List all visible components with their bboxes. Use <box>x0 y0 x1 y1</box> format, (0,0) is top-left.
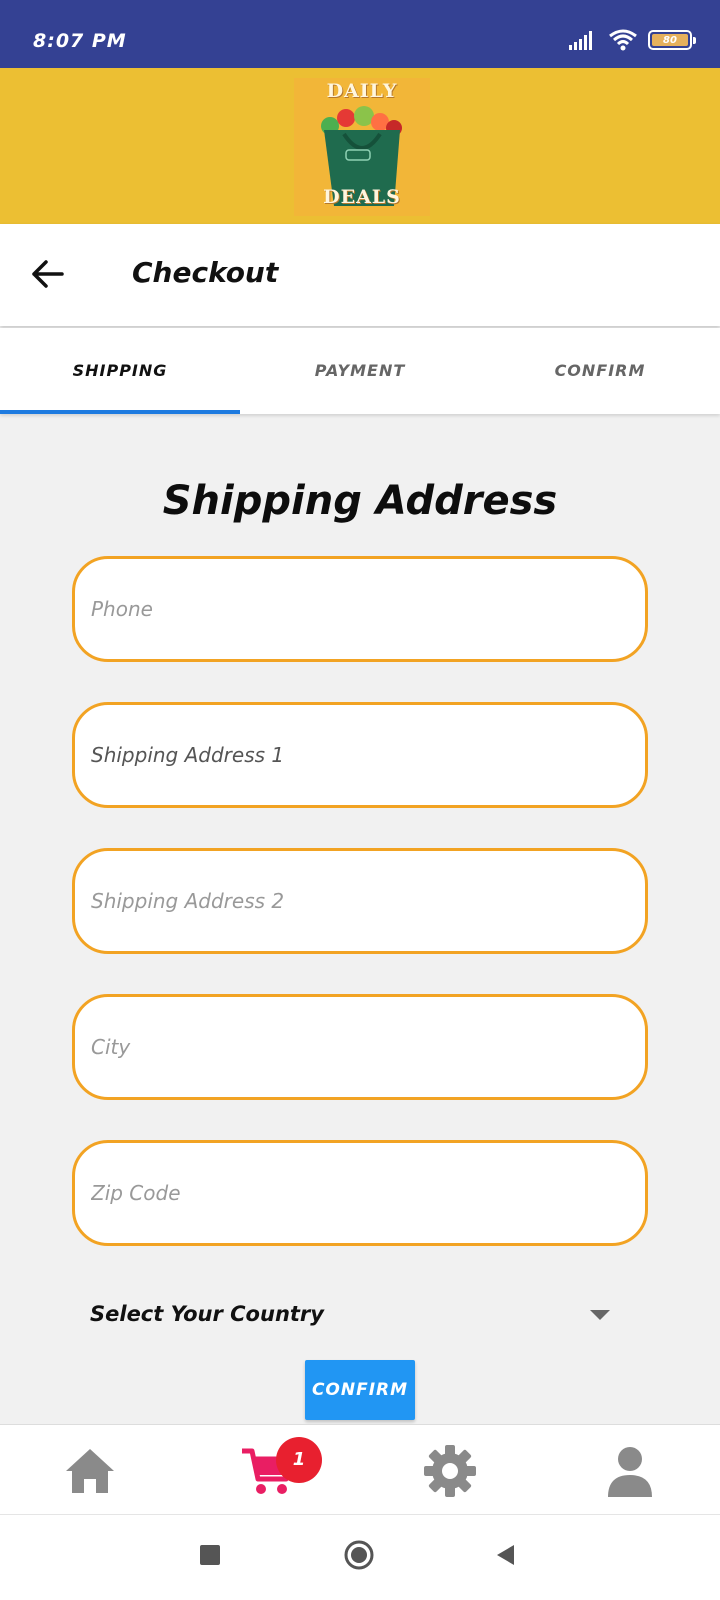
page-title: Checkout <box>132 256 279 289</box>
app-bar: Checkout <box>0 224 720 326</box>
daily-deals-logo: DAILY DEALS <box>294 78 430 216</box>
home-circle-icon[interactable] <box>343 1539 375 1571</box>
confirm-button[interactable]: CONFIRM <box>305 1360 415 1420</box>
status-icons: 80 <box>568 28 696 52</box>
cart-count-badge: 1 <box>276 1437 322 1483</box>
section-title: Shipping Address <box>162 478 558 524</box>
back-triangle-icon[interactable] <box>494 1543 518 1567</box>
status-time: 8:07 PM <box>33 30 127 52</box>
battery-level: 80 <box>652 34 688 46</box>
city-field-container <box>72 994 648 1100</box>
address1-field-container <box>72 702 648 808</box>
settings-gear-icon[interactable] <box>422 1443 478 1499</box>
battery-icon: 80 <box>648 30 696 50</box>
tab-confirm[interactable]: CONFIRM <box>480 328 720 414</box>
phone-field-container <box>72 556 648 662</box>
bottom-nav: 1 <box>0 1424 720 1514</box>
shipping-address-2-input[interactable] <box>75 851 645 951</box>
system-nav-bar <box>0 1514 720 1600</box>
zip-field-container <box>72 1140 648 1246</box>
zip-code-input[interactable] <box>75 1143 645 1243</box>
profile-icon[interactable] <box>602 1443 658 1499</box>
recent-apps-icon[interactable] <box>198 1543 222 1567</box>
shipping-address-1-input[interactable] <box>75 705 645 805</box>
phone-input[interactable] <box>75 559 645 659</box>
tab-shipping[interactable]: SHIPPING <box>0 328 240 414</box>
signal-icon <box>569 31 592 50</box>
back-arrow-icon[interactable] <box>28 254 68 294</box>
status-bar: 8:07 PM 80 <box>0 0 720 68</box>
country-select-label: Select Your Country <box>90 1302 324 1326</box>
checkout-tabs: SHIPPING PAYMENT CONFIRM <box>0 328 720 414</box>
brand-banner: DAILY DEALS <box>0 68 720 224</box>
logo-text-bottom: DEALS <box>323 186 401 208</box>
city-input[interactable] <box>75 997 645 1097</box>
country-select[interactable]: Select Your Country <box>72 1292 648 1340</box>
dropdown-caret-icon <box>590 1310 610 1320</box>
address2-field-container <box>72 848 648 954</box>
home-icon[interactable] <box>62 1443 118 1499</box>
wifi-icon <box>609 29 637 51</box>
tab-payment[interactable]: PAYMENT <box>240 328 480 414</box>
